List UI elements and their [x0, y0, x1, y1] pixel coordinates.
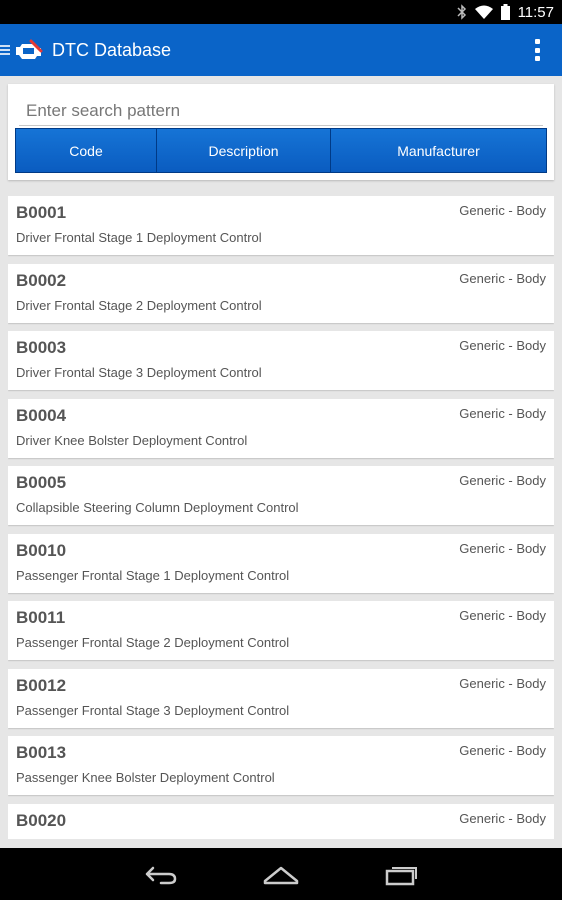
list-item[interactable]: B0003 Generic - Body Driver Frontal Stag… [8, 331, 554, 390]
dtc-code: B0001 [16, 203, 67, 222]
list-item[interactable]: B0004 Generic - Body Driver Knee Bolster… [8, 398, 554, 458]
drawer-toggle[interactable] [0, 39, 52, 61]
search-by-code-button[interactable]: Code [15, 128, 157, 173]
dtc-description: Driver Frontal Stage 1 Deployment Contro… [16, 230, 262, 245]
dtc-code: B0004 [16, 405, 67, 425]
hamburger-icon [0, 45, 10, 55]
dtc-code: B0012 [16, 675, 67, 695]
dtc-code: B0013 [16, 743, 67, 762]
back-icon[interactable] [143, 862, 179, 886]
dtc-code: B0005 [16, 473, 67, 492]
dtc-description: Passenger Frontal Stage 2 Deployment Con… [16, 635, 290, 650]
list-item[interactable]: B0013 Generic - Body Passenger Knee Bols… [8, 736, 554, 795]
list-item[interactable]: B0012 Generic - Body Passenger Frontal S… [8, 668, 554, 728]
list-item[interactable]: B0010 Generic - Body Passenger Frontal S… [8, 533, 554, 593]
action-bar: DTC Database [0, 24, 562, 76]
list-item[interactable]: B0020 Generic - Body [8, 803, 554, 839]
list-item[interactable]: B0002 Generic - Body Driver Frontal Stag… [8, 263, 554, 323]
dtc-description: Passenger Frontal Stage 1 Deployment Con… [16, 567, 290, 583]
recent-apps-icon[interactable] [383, 862, 419, 886]
dtc-list[interactable]: B0001 Generic - Body Driver Frontal Stag… [8, 196, 554, 839]
dtc-category: Generic - Body [459, 540, 546, 556]
bluetooth-icon [457, 4, 466, 20]
search-by-description-button[interactable]: Description [157, 128, 331, 173]
list-item[interactable]: B0005 Generic - Body Collapsible Steerin… [8, 466, 554, 525]
dtc-category: Generic - Body [459, 203, 546, 218]
dtc-category: Generic - Body [459, 405, 546, 421]
dtc-description: Driver Frontal Stage 2 Deployment Contro… [16, 297, 262, 313]
status-bar: 11:57 [0, 0, 562, 24]
overflow-menu-icon[interactable] [534, 39, 540, 61]
dtc-description: Collapsible Steering Column Deployment C… [16, 500, 299, 515]
dtc-category: Generic - Body [459, 675, 546, 691]
dtc-code: B0011 [16, 608, 66, 627]
car-engine-icon [16, 39, 43, 59]
dtc-category: Generic - Body [459, 270, 546, 286]
dtc-category: Generic - Body [459, 338, 546, 353]
search-panel: Code Description Manufacturer [8, 84, 554, 180]
search-mode-buttons: Code Description Manufacturer [15, 128, 547, 173]
dtc-code: B0003 [16, 338, 67, 357]
page-title: DTC Database [52, 39, 172, 60]
list-item[interactable]: B0011 Generic - Body Passenger Frontal S… [8, 601, 554, 660]
dtc-description: Passenger Frontal Stage 3 Deployment Con… [16, 702, 290, 718]
home-icon[interactable] [262, 862, 300, 886]
navigation-bar [0, 848, 562, 900]
dtc-code: B0010 [16, 540, 67, 560]
dtc-description: Passenger Knee Bolster Deployment Contro… [16, 770, 275, 785]
search-by-manufacturer-button[interactable]: Manufacturer [331, 128, 547, 173]
status-time: 11:57 [517, 3, 554, 21]
dtc-category: Generic - Body [459, 473, 546, 488]
search-input[interactable] [19, 96, 543, 126]
dtc-description: Driver Frontal Stage 3 Deployment Contro… [16, 365, 262, 380]
dtc-code: B0002 [16, 270, 67, 290]
dtc-category: Generic - Body [459, 608, 546, 623]
wifi-icon [474, 5, 493, 19]
dtc-code: B0020 [16, 810, 67, 830]
dtc-category: Generic - Body [459, 810, 546, 826]
battery-icon [500, 4, 510, 20]
dtc-description: Driver Knee Bolster Deployment Control [16, 432, 248, 448]
dtc-category: Generic - Body [459, 743, 546, 758]
list-item[interactable]: B0001 Generic - Body Driver Frontal Stag… [8, 196, 554, 255]
